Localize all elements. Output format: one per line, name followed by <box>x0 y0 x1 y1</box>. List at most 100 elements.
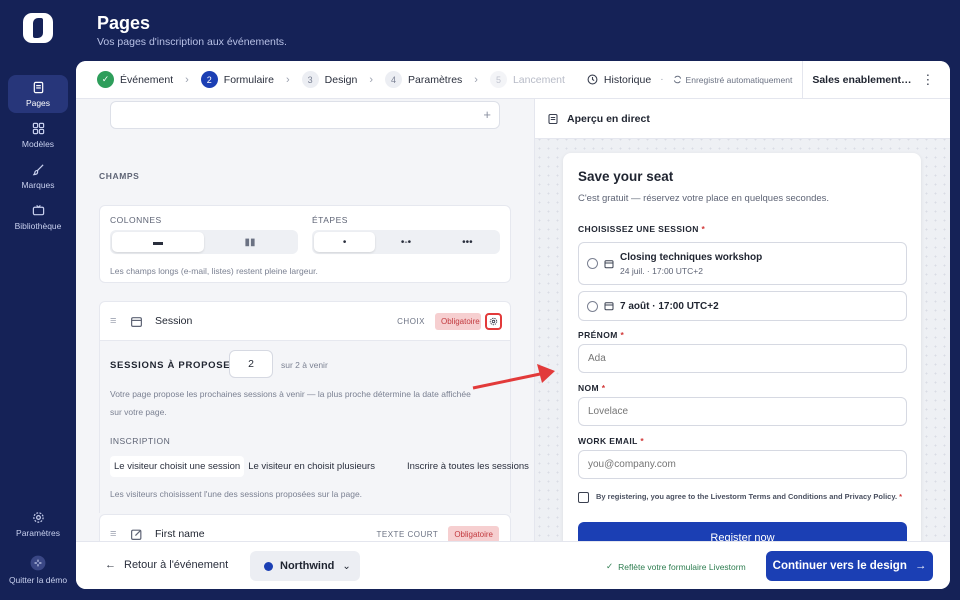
step-number: 4 <box>385 71 403 88</box>
chevron-right-icon: › <box>474 73 478 86</box>
theme-label: Northwind <box>280 560 335 572</box>
sidebar-item-library[interactable]: Bibliothèque <box>8 198 68 236</box>
field-type: TEXTE COURT <box>376 529 439 539</box>
field-type: CHOIX <box>397 316 425 326</box>
required-asterisk: * <box>701 224 706 234</box>
session-title: 7 août · 17:00 UTC+2 <box>620 300 719 312</box>
step-design[interactable]: 3 Design <box>301 71 357 88</box>
drag-handle-icon[interactable]: ≡ <box>110 528 126 540</box>
sidebar-item-pages[interactable]: Pages <box>8 75 68 113</box>
drag-handle-icon[interactable]: ≡ <box>110 315 126 327</box>
step-label: Événement <box>120 73 174 86</box>
separator-dot: · <box>660 74 664 85</box>
step-form[interactable]: 2 Formulaire <box>200 71 274 88</box>
radio-button[interactable] <box>587 258 598 269</box>
arrow-right-icon: → <box>914 560 927 572</box>
add-field-input[interactable]: + <box>110 101 500 129</box>
chevron-down-icon: ⌄ <box>342 560 351 572</box>
step-label: Paramètres <box>408 73 463 86</box>
sidebar-item-label: Modèles <box>21 138 55 149</box>
session-date: 24 juil. · 17:00 UTC+2 <box>620 265 703 276</box>
sessions-help-line-1: Votre page propose les prochaines sessio… <box>110 389 471 399</box>
radio-button[interactable] <box>587 300 598 312</box>
continue-to-design-button[interactable]: Continuer vers le design → <box>766 551 933 581</box>
lastname-input[interactable] <box>578 397 907 426</box>
preview-icon <box>548 113 558 124</box>
form-subtitle: C'est gratuit — réservez votre place en … <box>578 193 830 204</box>
divider <box>802 61 804 99</box>
back-to-event-button[interactable]: ← Retour à l'événement <box>105 559 228 571</box>
columns-label: COLONNES <box>110 215 162 225</box>
three-steps-option[interactable]: ••• <box>437 232 498 252</box>
plus-icon[interactable]: + <box>483 107 491 122</box>
page-subtitle: Vos pages d'inscription aux événements. <box>97 36 287 48</box>
step-settings[interactable]: 4 Paramètres <box>385 71 462 88</box>
required-badge[interactable]: Obligatoire <box>435 312 481 330</box>
label-text: WORK EMAIL <box>578 436 638 446</box>
footer-bar: ← Retour à l'événement Northwind ⌄ ✓ Ref… <box>76 541 950 589</box>
tab-multiple-sessions[interactable]: Le visiteur en choisit plusieurs <box>244 456 379 477</box>
two-steps-option[interactable]: •-• <box>375 232 436 252</box>
field-row-first-name[interactable]: ≡ First name TEXTE COURT Obligatoire <box>99 514 511 541</box>
continue-label: Continuer vers le design <box>772 560 907 572</box>
pages-icon <box>33 81 43 93</box>
field-name: First name <box>155 528 205 540</box>
consent-row: By registering, you agree to the Livesto… <box>578 491 908 503</box>
more-menu-icon[interactable]: ⋮ <box>921 72 934 88</box>
email-input[interactable] <box>578 450 907 479</box>
field-row-session[interactable]: ≡ Session CHOIX Obligatoire <box>99 301 511 341</box>
chevron-right-icon: › <box>285 73 290 86</box>
edit-icon <box>131 529 142 540</box>
main-card: ✓ Événement › 2 Formulaire › 3 Design › … <box>76 61 950 589</box>
calendar-icon <box>604 259 614 268</box>
steps-toggle: • •-• ••• <box>312 230 500 254</box>
required-asterisk: * <box>601 383 606 393</box>
sessions-to-offer-label: SESSIONS À PROPOSER <box>110 360 238 371</box>
grid-icon <box>32 122 44 134</box>
sidebar-item-settings[interactable]: Paramètres <box>8 505 68 543</box>
one-step-option[interactable]: • <box>314 232 376 252</box>
app-logo[interactable] <box>23 13 53 43</box>
step-launch: 5 Lancement <box>489 71 565 88</box>
two-columns-option[interactable]: ▮▮ <box>204 232 296 252</box>
sidebar-item-brands[interactable]: Marques <box>8 157 68 195</box>
consent-checkbox[interactable] <box>578 492 589 503</box>
step-number: 2 <box>200 71 218 88</box>
back-label: Retour à l'événement <box>124 559 229 571</box>
registration-form: Save your seat C'est gratuit — réservez … <box>563 153 921 541</box>
tab-single-session[interactable]: Le visiteur choisit une session <box>110 456 245 477</box>
step-number: 3 <box>301 71 319 88</box>
one-column-option[interactable]: ▬ <box>112 232 204 252</box>
page-title: Pages <box>97 13 151 33</box>
step-event[interactable]: ✓ Événement <box>97 71 173 88</box>
gear-icon <box>489 317 498 325</box>
quit-demo-button[interactable]: Quitter la démo <box>8 550 68 590</box>
field-settings-button[interactable] <box>485 312 502 330</box>
session-option-2[interactable]: 7 août · 17:00 UTC+2 <box>578 291 907 321</box>
sessions-help: Votre page propose les prochaines sessio… <box>110 385 505 421</box>
history-button[interactable]: Historique <box>587 74 651 86</box>
tv-icon <box>32 204 44 215</box>
sessions-count-input[interactable]: 2 <box>229 350 273 378</box>
register-button[interactable]: Register now <box>578 522 907 541</box>
columns-toggle: ▬ ▮▮ <box>110 230 298 254</box>
email-label: WORK EMAIL * <box>578 436 644 446</box>
sidebar-item-models[interactable]: Modèles <box>8 116 68 154</box>
preview-title: Aperçu en direct <box>567 112 650 125</box>
theme-selector[interactable]: Northwind ⌄ <box>250 551 360 581</box>
check-icon: ✓ <box>606 561 614 571</box>
calendar-icon <box>131 316 142 327</box>
sidebar-item-label: Quitter la démo <box>8 575 68 585</box>
step-number: 5 <box>489 71 507 88</box>
tab-all-sessions[interactable]: Inscrire à toutes les sessions <box>403 456 533 477</box>
session-option-1[interactable]: Closing techniques workshop 24 juil. · 1… <box>578 242 907 285</box>
layout-panel: COLONNES ▬ ▮▮ ÉTAPES • •-• ••• Les champ… <box>99 205 511 283</box>
step-label: Lancement <box>512 73 565 86</box>
required-badge[interactable]: Obligatoire <box>448 525 499 541</box>
firstname-input[interactable] <box>578 344 907 373</box>
event-name: Sales enablement live <box>812 73 913 86</box>
history-label: Historique <box>603 73 652 86</box>
session-settings-panel: SESSIONS À PROPOSER 2 sur 2 à venir Votr… <box>99 341 529 513</box>
sessions-help-line-2: sur votre page. <box>110 407 167 417</box>
label-text: NOM <box>578 383 600 393</box>
